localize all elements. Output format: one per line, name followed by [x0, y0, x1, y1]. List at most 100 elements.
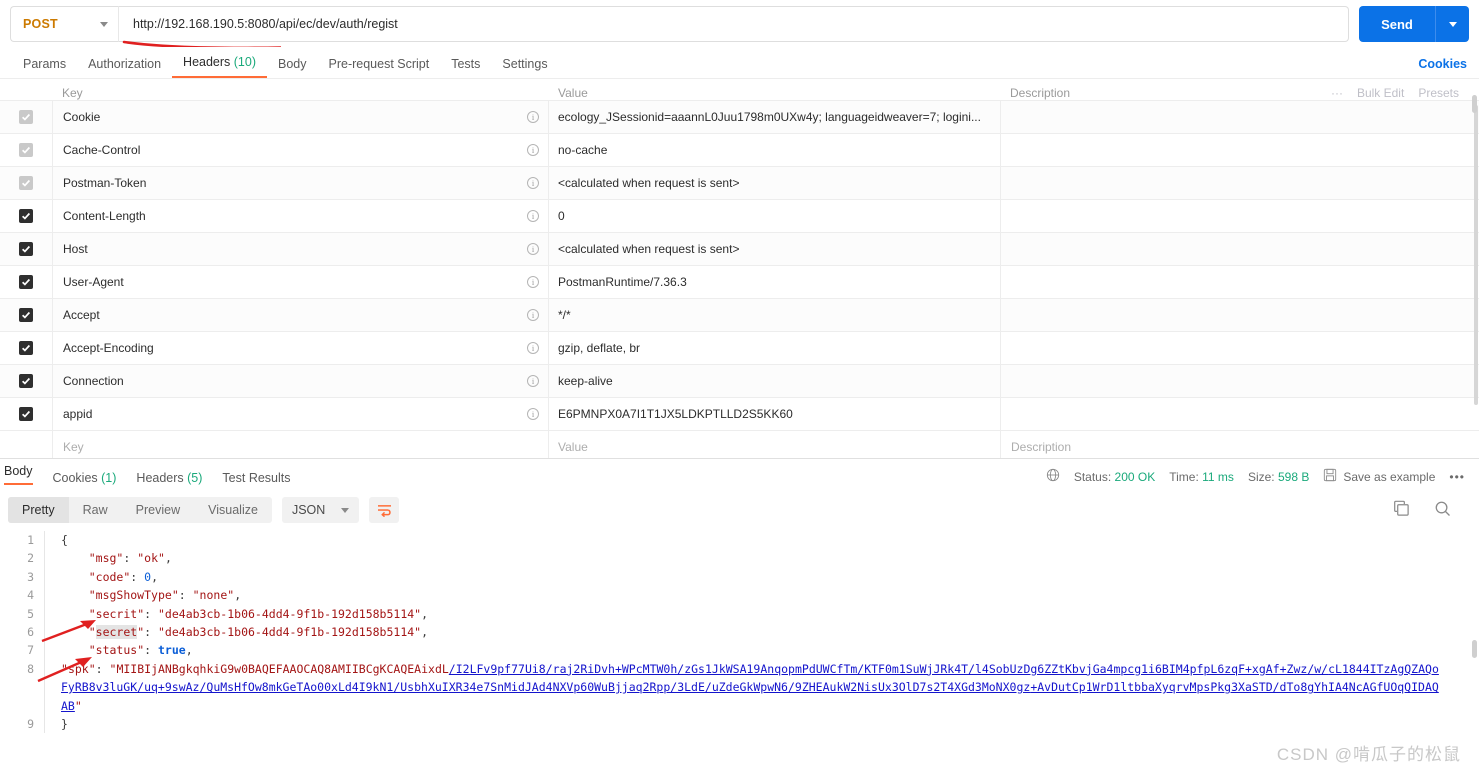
format-select[interactable]: JSON [281, 497, 360, 523]
header-value-cell[interactable]: no-cache [548, 134, 1000, 166]
more-options-icon[interactable]: ••• [1449, 470, 1465, 484]
header-description-cell[interactable] [1000, 332, 1479, 364]
tab-headers[interactable]: Headers (10) [172, 55, 267, 78]
json-value-link[interactable]: /I2LFv9pf77Ui8/raj2RiDvh+WPcMTW0h/zGs1Jk… [449, 662, 1328, 676]
table-row[interactable]: Postman-Token i <calculated when request i… [0, 167, 1479, 200]
new-value-input[interactable]: Value [548, 431, 1000, 458]
url-input[interactable]: http://192.168.190.5:8080/api/ec/dev/aut… [118, 6, 1349, 42]
header-value-cell[interactable]: <calculated when request is sent> [548, 167, 1000, 199]
info-icon[interactable]: i [518, 111, 548, 123]
send-options-button[interactable] [1435, 6, 1469, 42]
new-key-input[interactable]: Key [52, 431, 518, 458]
page-scrollbar-bottom[interactable] [1472, 640, 1477, 658]
table-row[interactable]: Accept-Encoding i gzip, deflate, br [0, 332, 1479, 365]
table-row[interactable]: User-Agent i PostmanRuntime/7.36.3 [0, 266, 1479, 299]
tab-settings[interactable]: Settings [491, 57, 558, 78]
table-row[interactable]: Host i <calculated when request is sent> [0, 233, 1479, 266]
table-row[interactable]: Connection i keep-alive [0, 365, 1479, 398]
header-value-cell[interactable]: 0 [548, 200, 1000, 232]
save-as-example-button[interactable]: Save as example [1323, 468, 1435, 485]
search-icon[interactable] [1434, 500, 1451, 520]
header-value-cell[interactable]: keep-alive [548, 365, 1000, 397]
info-icon[interactable]: i [518, 408, 548, 420]
view-mode-pretty[interactable]: Pretty [8, 497, 69, 523]
response-tab-test-results[interactable]: Test Results [212, 471, 300, 491]
header-key-cell[interactable]: Accept-Encoding [52, 332, 518, 364]
header-key-cell[interactable]: Host [52, 233, 518, 265]
view-mode-visualize[interactable]: Visualize [194, 497, 272, 523]
table-row[interactable]: Cookie i ecology_JSessionid=aaannL0Juu1798… [0, 101, 1479, 134]
tab-pre-request-script[interactable]: Pre-request Script [318, 57, 441, 78]
new-header-row[interactable]: Key Value Description [0, 431, 1479, 458]
response-tab-headers[interactable]: Headers (5) [126, 471, 212, 491]
header-value-cell[interactable]: */* [548, 299, 1000, 331]
header-description-cell[interactable] [1000, 266, 1479, 298]
row-checkbox[interactable] [19, 341, 33, 355]
row-checkbox[interactable] [19, 242, 33, 256]
info-icon[interactable]: i [518, 342, 548, 354]
info-icon[interactable]: i [518, 276, 548, 288]
copy-icon[interactable] [1393, 500, 1410, 520]
row-checkbox[interactable] [19, 110, 33, 124]
header-value-cell[interactable]: PostmanRuntime/7.36.3 [548, 266, 1000, 298]
header-description-cell[interactable] [1000, 365, 1479, 397]
header-key-cell[interactable]: User-Agent [52, 266, 518, 298]
table-row[interactable]: appid i E6PMNPX0A7I1T1JX5LDKPTLLD2S5KK60 [0, 398, 1479, 431]
wrap-lines-button[interactable] [369, 497, 400, 523]
bulk-edit-button[interactable]: Bulk Edit [1357, 86, 1404, 100]
view-mode-preview[interactable]: Preview [122, 497, 194, 523]
response-body-code[interactable]: 1 { 2 "msg": "ok", 3 "code": 0, 4 "msgSh… [0, 531, 1479, 734]
presets-button[interactable]: Presets [1418, 86, 1459, 100]
send-button[interactable]: Send [1359, 6, 1435, 42]
header-key-cell[interactable]: Content-Length [52, 200, 518, 232]
headers-table-scrollbar[interactable] [1474, 105, 1478, 405]
header-value-cell[interactable]: gzip, deflate, br [548, 332, 1000, 364]
tab-authorization[interactable]: Authorization [77, 57, 172, 78]
tab-tests[interactable]: Tests [440, 57, 491, 78]
json-key: spk [67, 661, 89, 676]
info-icon[interactable]: i [518, 144, 548, 156]
header-description-cell[interactable] [1000, 167, 1479, 199]
row-checkbox[interactable] [19, 143, 33, 157]
header-key-cell[interactable]: Cache-Control [52, 134, 518, 166]
info-icon[interactable]: i [518, 375, 548, 387]
code-line-3: 3 "code": 0, [0, 567, 1479, 587]
info-icon[interactable]: i [518, 309, 548, 321]
cookies-link[interactable]: Cookies [1418, 57, 1467, 78]
tab-body[interactable]: Body [267, 57, 318, 78]
view-mode-raw[interactable]: Raw [69, 497, 122, 523]
header-value-cell[interactable]: ecology_JSessionid=aaannL0Juu1798m0UXw4y… [548, 101, 1000, 133]
header-description-cell[interactable] [1000, 299, 1479, 331]
header-description-cell[interactable] [1000, 233, 1479, 265]
http-method-select[interactable]: POST [10, 6, 118, 42]
table-row[interactable]: Accept i */* [0, 299, 1479, 332]
row-checkbox[interactable] [19, 275, 33, 289]
header-description-cell[interactable] [1000, 101, 1479, 133]
header-description-cell[interactable] [1000, 200, 1479, 232]
row-checkbox[interactable] [19, 176, 33, 190]
header-description-cell[interactable] [1000, 134, 1479, 166]
row-checkbox[interactable] [19, 407, 33, 421]
header-key-cell[interactable]: appid [52, 398, 518, 430]
tab-params[interactable]: Params [12, 57, 77, 78]
page-scrollbar-top[interactable] [1472, 95, 1477, 113]
response-tab-cookies[interactable]: Cookies (1) [43, 471, 127, 491]
header-key-cell[interactable]: Connection [52, 365, 518, 397]
header-key-cell[interactable]: Accept [52, 299, 518, 331]
info-icon[interactable]: i [518, 243, 548, 255]
header-key-cell[interactable]: Postman-Token [52, 167, 518, 199]
header-key-cell[interactable]: Cookie [52, 101, 518, 133]
info-icon[interactable]: i [518, 177, 548, 189]
row-checkbox[interactable] [19, 308, 33, 322]
row-checkbox[interactable] [19, 374, 33, 388]
response-tab-body[interactable]: Body [2, 464, 43, 491]
header-value-cell[interactable]: <calculated when request is sent> [548, 233, 1000, 265]
table-row[interactable]: Content-Length i 0 [0, 200, 1479, 233]
header-description-cell[interactable] [1000, 398, 1479, 430]
new-description-input[interactable]: Description [1000, 431, 1479, 458]
row-checkbox[interactable] [19, 209, 33, 223]
ellipsis-icon[interactable]: ··· [1331, 86, 1343, 100]
table-row[interactable]: Cache-Control i no-cache [0, 134, 1479, 167]
header-value-cell[interactable]: E6PMNPX0A7I1T1JX5LDKPTLLD2S5KK60 [548, 398, 1000, 430]
info-icon[interactable]: i [518, 210, 548, 222]
